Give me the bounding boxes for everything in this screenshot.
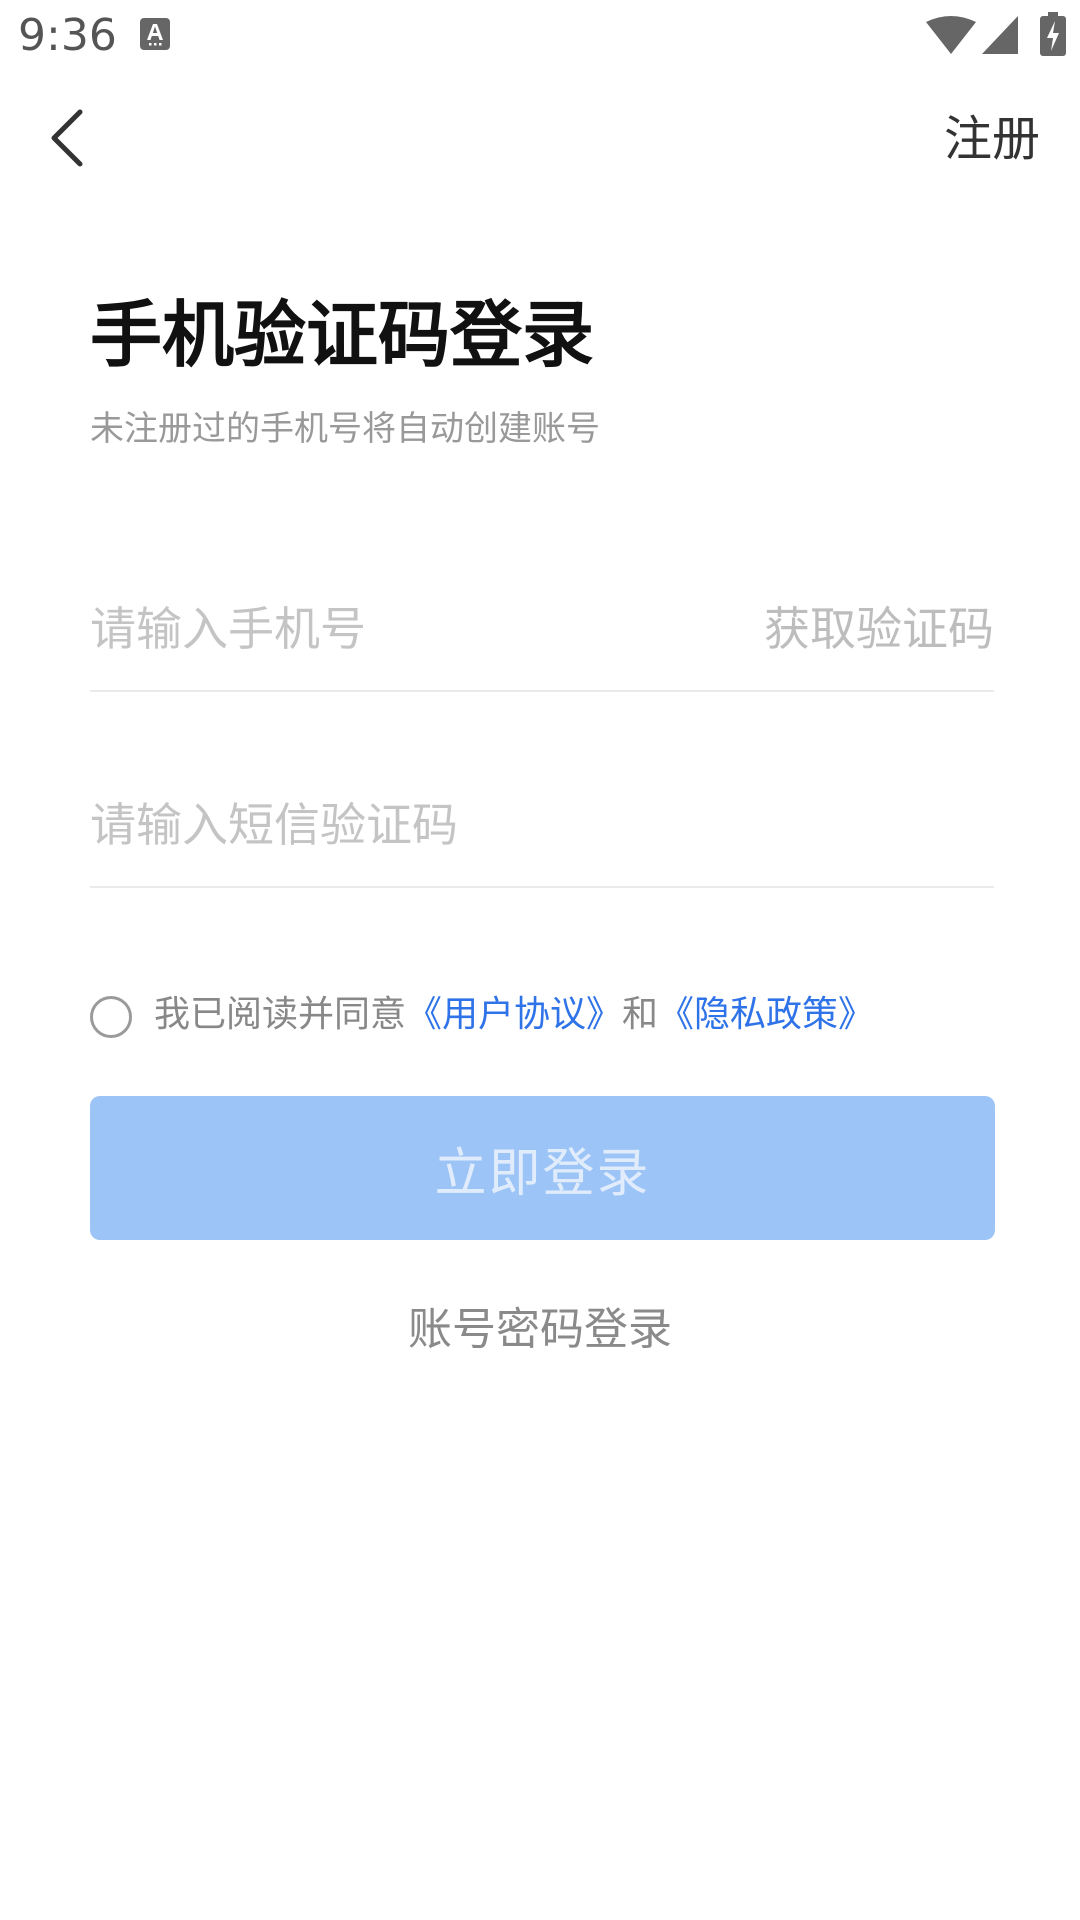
agreement-prefix: 我已阅读并同意 bbox=[154, 994, 407, 1035]
agreement-text: 我已阅读并同意《用户协议》和《隐私政策》 bbox=[154, 990, 874, 1040]
chevron-left-icon bbox=[51, 109, 83, 167]
page-title: 手机验证码登录 bbox=[90, 293, 595, 377]
signal-icon bbox=[982, 16, 1018, 54]
sms-code-field bbox=[90, 776, 994, 888]
privacy-policy-link[interactable]: 《隐私政策》 bbox=[658, 994, 874, 1035]
register-link[interactable]: 注册 bbox=[944, 106, 1040, 172]
phone-input[interactable] bbox=[90, 594, 710, 664]
agree-checkbox[interactable] bbox=[90, 996, 132, 1038]
get-code-button[interactable]: 获取验证码 bbox=[764, 594, 994, 664]
login-button[interactable]: 立即登录 bbox=[90, 1096, 995, 1240]
user-agreement-link[interactable]: 《用户协议》 bbox=[406, 994, 622, 1035]
sms-code-input[interactable] bbox=[90, 790, 970, 860]
agreement-conjunction: 和 bbox=[622, 994, 659, 1035]
status-bar: 9:36 bbox=[0, 0, 1080, 72]
wifi-icon bbox=[926, 16, 976, 54]
phone-field: 获取验证码 bbox=[90, 580, 994, 692]
keyboard-a-icon bbox=[140, 18, 170, 50]
status-time: 9:36 bbox=[18, 10, 117, 61]
battery-charging-icon bbox=[1040, 12, 1066, 56]
password-login-link[interactable]: 账号密码登录 bbox=[0, 1300, 1080, 1360]
back-button[interactable] bbox=[34, 100, 98, 176]
page-subtitle: 未注册过的手机号将自动创建账号 bbox=[90, 409, 600, 449]
